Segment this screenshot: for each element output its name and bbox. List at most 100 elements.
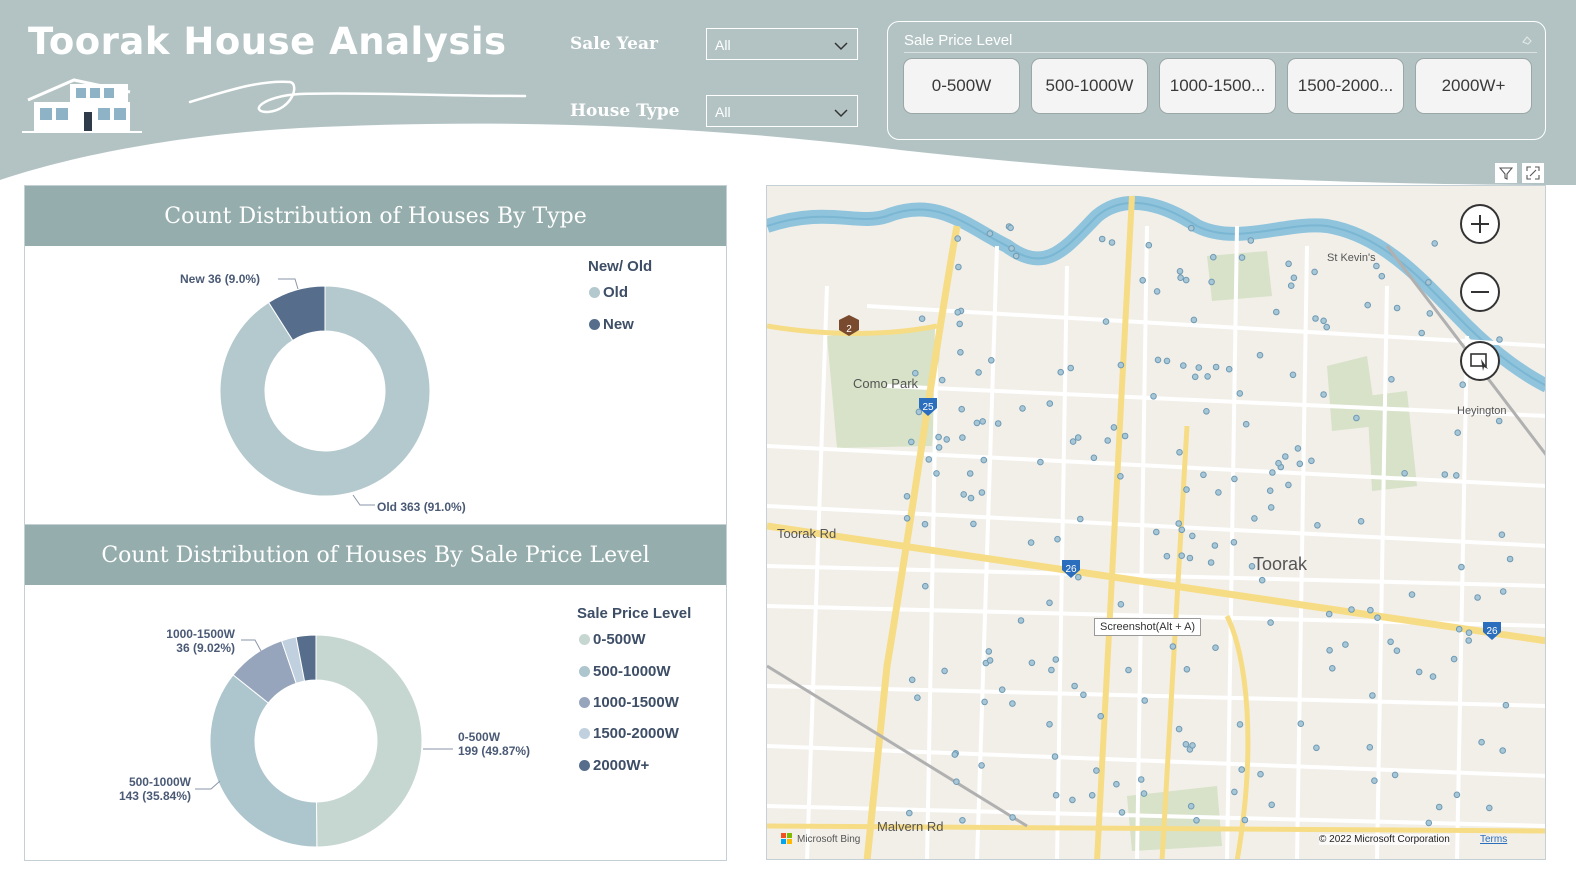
house-marker[interactable]: [1455, 625, 1463, 633]
house-marker[interactable]: [1178, 552, 1186, 560]
house-marker[interactable]: [1364, 301, 1372, 309]
house-marker[interactable]: [1311, 268, 1318, 276]
house-marker[interactable]: [1236, 390, 1244, 397]
zoom-in-button[interactable]: [1460, 204, 1500, 244]
house-marker[interactable]: [1019, 405, 1026, 412]
house-marker[interactable]: [1077, 515, 1084, 523]
house-marker[interactable]: [1139, 277, 1147, 284]
slicer-button-1500-2000w[interactable]: 1500-2000...: [1287, 58, 1404, 114]
house-marker[interactable]: [1435, 803, 1443, 811]
house-marker[interactable]: [1140, 790, 1148, 797]
house-marker[interactable]: [1275, 459, 1282, 467]
house-marker[interactable]: [966, 470, 974, 477]
legend-item-0-500w[interactable]: 0-500W: [579, 631, 646, 648]
house-marker[interactable]: [1212, 644, 1219, 652]
house-marker[interactable]: [1401, 470, 1408, 477]
house-marker[interactable]: [1366, 744, 1374, 751]
house-marker[interactable]: [1465, 629, 1473, 637]
house-marker[interactable]: [1175, 520, 1183, 527]
house-marker[interactable]: [906, 809, 913, 817]
house-marker[interactable]: [1290, 274, 1298, 282]
house-marker[interactable]: [985, 648, 993, 655]
house-marker[interactable]: [1268, 801, 1276, 809]
slicer-button-2000w-plus[interactable]: 2000W+: [1415, 58, 1532, 114]
house-marker[interactable]: [1326, 647, 1333, 654]
house-marker[interactable]: [1200, 471, 1207, 479]
house-marker[interactable]: [1067, 364, 1075, 372]
house-marker[interactable]: [1348, 606, 1355, 613]
house-marker[interactable]: [1163, 357, 1171, 365]
house-marker[interactable]: [1236, 721, 1244, 728]
house-marker[interactable]: [1071, 682, 1078, 690]
house-marker[interactable]: [1153, 528, 1160, 536]
house-marker[interactable]: [915, 408, 923, 416]
house-marker[interactable]: [1193, 817, 1200, 824]
house-marker[interactable]: [1175, 725, 1183, 733]
house-marker[interactable]: [1459, 381, 1467, 388]
house-marker[interactable]: [1225, 365, 1233, 373]
house-marker[interactable]: [958, 405, 965, 413]
house-marker[interactable]: [1388, 376, 1395, 383]
house-marker[interactable]: [922, 582, 929, 590]
house-marker[interactable]: [1069, 796, 1076, 804]
house-marker[interactable]: [1176, 268, 1184, 275]
house-marker[interactable]: [1329, 665, 1336, 672]
house-marker[interactable]: [1117, 361, 1125, 369]
house-marker[interactable]: [978, 489, 986, 496]
house-marker[interactable]: [986, 657, 994, 664]
filter-icon[interactable]: [1495, 163, 1517, 183]
house-marker[interactable]: [933, 470, 940, 477]
house-marker[interactable]: [1242, 420, 1250, 428]
house-marker[interactable]: [955, 263, 962, 271]
map-terms-link[interactable]: Terms: [1480, 834, 1507, 845]
house-marker[interactable]: [1499, 588, 1507, 595]
eraser-icon[interactable]: [1521, 34, 1533, 46]
focus-mode-icon[interactable]: [1522, 163, 1544, 183]
house-marker[interactable]: [1037, 458, 1044, 466]
house-type-dropdown[interactable]: All: [706, 95, 858, 127]
house-marker[interactable]: [1178, 526, 1186, 534]
house-marker[interactable]: [1093, 767, 1100, 774]
legend-item-500-1000w[interactable]: 500-1000W: [579, 663, 671, 680]
house-marker[interactable]: [1028, 659, 1036, 667]
house-marker[interactable]: [1248, 563, 1256, 570]
house-marker[interactable]: [1458, 563, 1465, 571]
house-marker[interactable]: [941, 667, 948, 675]
house-marker[interactable]: [1180, 362, 1187, 369]
house-marker[interactable]: [1431, 240, 1439, 247]
house-marker[interactable]: [1117, 601, 1125, 608]
house-marker[interactable]: [986, 230, 994, 237]
house-marker[interactable]: [1189, 742, 1196, 749]
house-marker[interactable]: [1187, 802, 1195, 810]
house-marker[interactable]: [914, 694, 921, 702]
house-marker[interactable]: [935, 444, 943, 451]
house-marker[interactable]: [1074, 434, 1082, 441]
house-marker[interactable]: [1145, 241, 1153, 249]
lasso-select-button[interactable]: [1460, 341, 1500, 381]
house-marker[interactable]: [1453, 472, 1460, 479]
donut-slice-0-500w[interactable]: [315, 634, 423, 848]
house-marker[interactable]: [1057, 368, 1065, 376]
house-marker[interactable]: [1230, 539, 1238, 546]
house-marker[interactable]: [1098, 235, 1106, 243]
house-marker[interactable]: [1027, 539, 1035, 546]
house-marker[interactable]: [1296, 460, 1304, 468]
house-marker[interactable]: [954, 235, 961, 242]
house-marker[interactable]: [1054, 535, 1061, 543]
house-marker[interactable]: [1367, 606, 1374, 614]
slicer-button-500-1000w[interactable]: 500-1000W: [1031, 58, 1148, 114]
house-marker[interactable]: [943, 436, 950, 443]
house-marker[interactable]: [979, 418, 986, 425]
house-marker[interactable]: [1415, 668, 1423, 676]
house-marker[interactable]: [1163, 552, 1171, 560]
house-marker[interactable]: [1323, 323, 1331, 331]
house-marker[interactable]: [908, 676, 916, 684]
house-marker[interactable]: [1486, 804, 1493, 812]
house-marker[interactable]: [1325, 610, 1333, 618]
house-marker[interactable]: [1118, 809, 1126, 816]
house-marker[interactable]: [1183, 666, 1191, 673]
house-marker[interactable]: [956, 320, 963, 328]
house-marker[interactable]: [1289, 371, 1297, 379]
house-marker[interactable]: [1496, 336, 1503, 343]
house-marker[interactable]: [1342, 641, 1349, 648]
